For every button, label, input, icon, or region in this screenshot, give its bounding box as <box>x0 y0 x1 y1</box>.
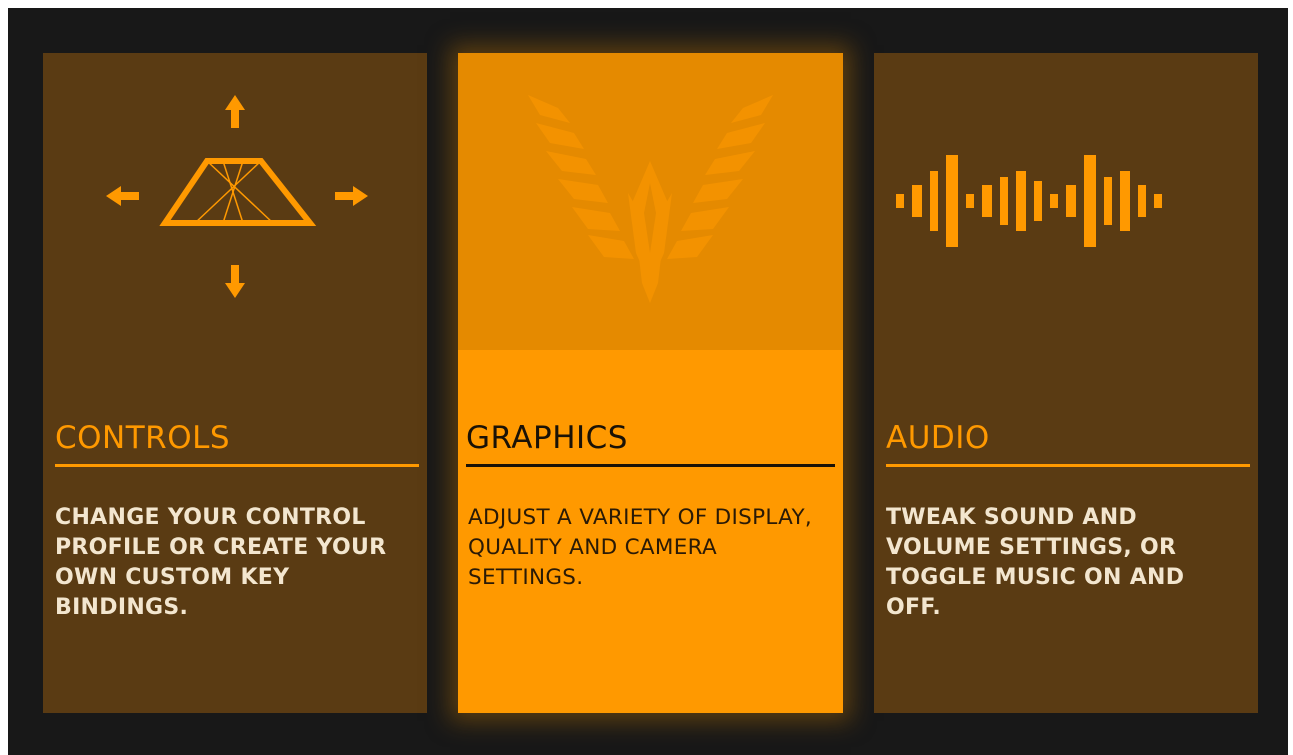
audio-icon-area <box>874 53 1258 350</box>
audio-waveform-icon <box>896 155 1162 247</box>
audio-title: AUDIO <box>886 420 1250 467</box>
controls-card[interactable]: CONTROLS CHANGE YOUR CONTROL PROFILE OR … <box>43 53 427 713</box>
graphics-description: ADJUST A VARIETY OF DISPLAY, QUALITY AND… <box>468 505 813 590</box>
controls-icon-area <box>43 53 427 350</box>
graphics-title: GRAPHICS <box>466 420 835 467</box>
controls-description: CHANGE YOUR CONTROL PROFILE OR CREATE YO… <box>55 505 387 620</box>
controls-title: CONTROLS <box>55 420 419 467</box>
graphics-card[interactable]: GRAPHICS ADJUST A VARIETY OF DISPLAY, QU… <box>458 53 843 713</box>
controls-arrows-icon <box>106 95 368 298</box>
eagle-emblem-icon <box>528 95 773 303</box>
audio-card[interactable]: AUDIO TWEAK SOUND AND VOLUME SETTINGS, O… <box>874 53 1258 713</box>
audio-description: TWEAK SOUND AND VOLUME SETTINGS, OR TOGG… <box>886 505 1185 620</box>
graphics-icon-area <box>458 53 843 350</box>
settings-menu: CONTROLS CHANGE YOUR CONTROL PROFILE OR … <box>8 8 1288 755</box>
